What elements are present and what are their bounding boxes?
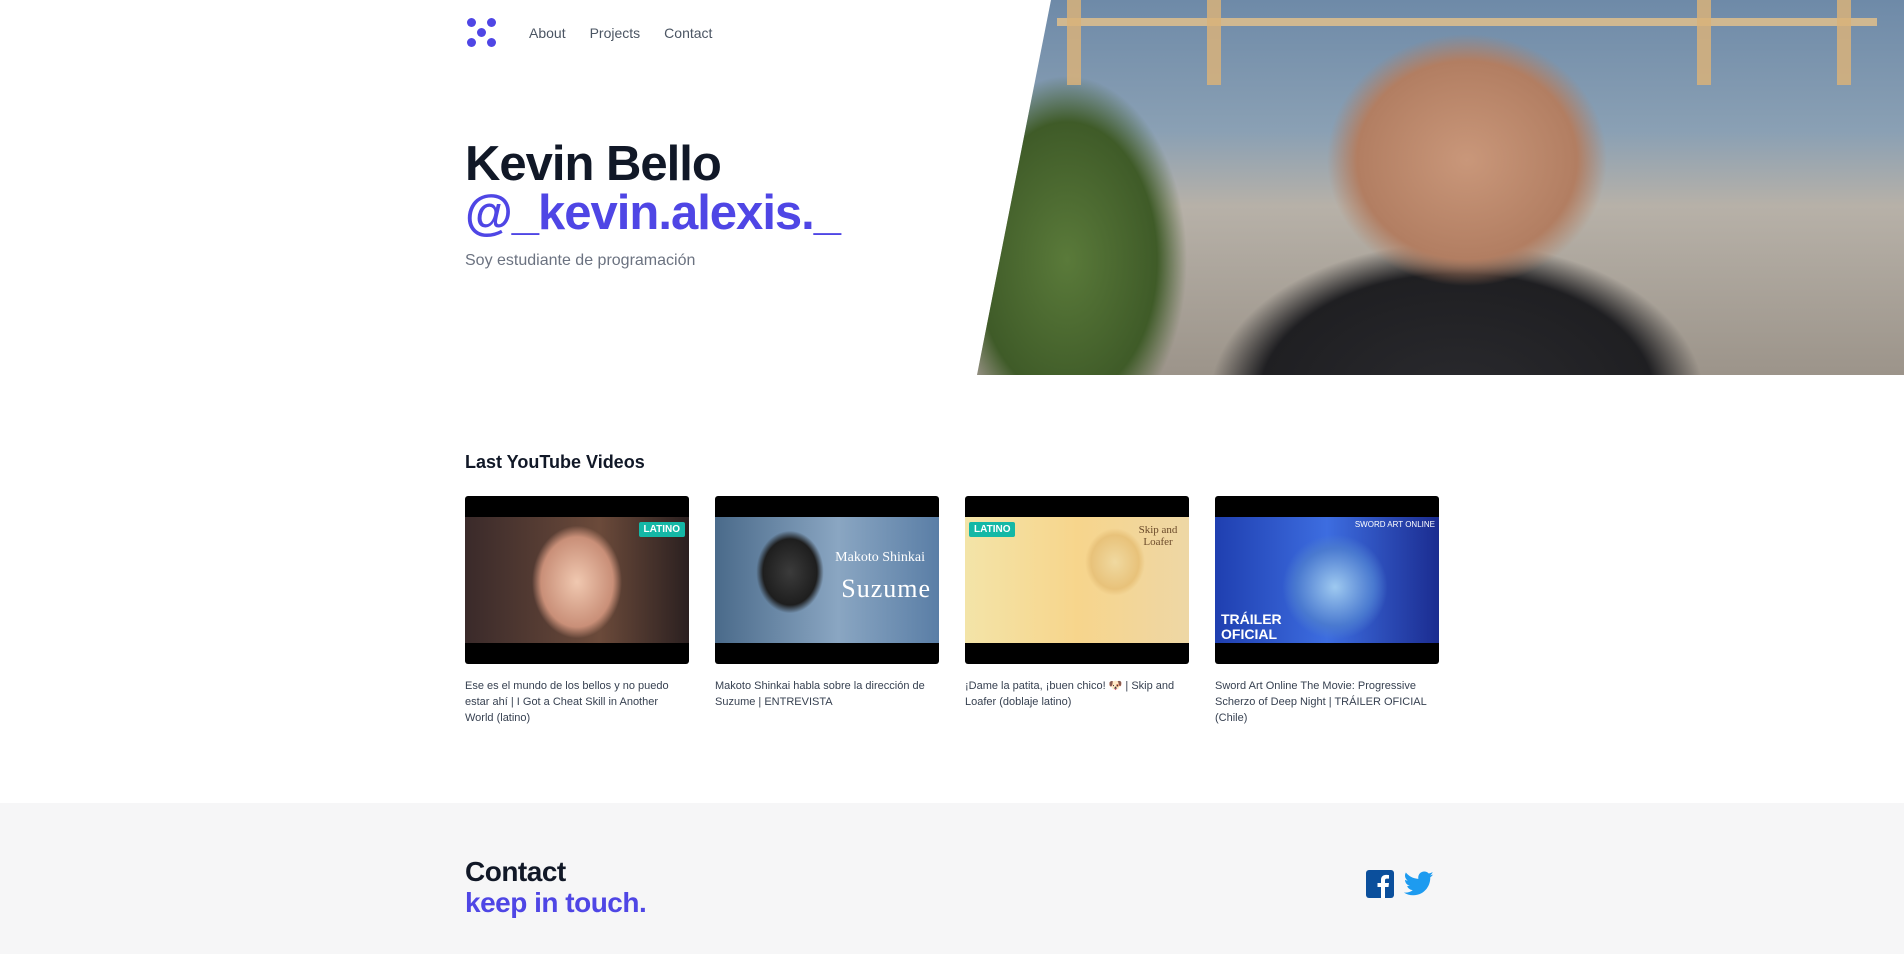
contact-title: Contact (465, 856, 566, 887)
video-caption[interactable]: ¡Dame la patita, ¡buen chico! 🐶 | Skip a… (965, 678, 1189, 710)
thumbnail-text: SWORD ART ONLINE (1354, 520, 1435, 529)
thumbnail-text: Skip and Loafer (1138, 524, 1178, 548)
photo-railing (1057, 18, 1877, 26)
videos-section-title: Last YouTube Videos (465, 452, 645, 472)
nav-link-about[interactable]: About (529, 25, 566, 41)
video-thumbnail[interactable]: SWORD ART ONLINE TRÁILER OFICIAL (1215, 496, 1439, 664)
video-list: LATINO Ese es el mundo de los bellos y n… (465, 496, 1465, 726)
thumbnail-text: Suzume (841, 574, 931, 603)
hero-handle[interactable]: @_kevin.alexis._ (465, 187, 841, 239)
photo-rail-post (1697, 0, 1711, 85)
thumbnail-text: TRÁILER OFICIAL (1221, 611, 1282, 642)
video-card[interactable]: LATINO Ese es el mundo de los bellos y n… (465, 496, 689, 726)
video-caption[interactable]: Sword Art Online The Movie: Progressive … (1215, 678, 1439, 726)
video-card[interactable]: SWORD ART ONLINE TRÁILER OFICIAL Sword A… (1215, 496, 1439, 726)
hero-subtitle: Soy estudiante de programación (465, 252, 696, 269)
video-thumbnail[interactable]: Makoto Shinkai Suzume (715, 496, 939, 664)
latino-badge: LATINO (638, 522, 685, 537)
nav-link-projects[interactable]: Projects (590, 25, 641, 41)
profile-photo (977, 0, 1904, 375)
logo-icon[interactable] (465, 16, 499, 50)
contact-subtitle: keep in touch. (465, 887, 647, 918)
contact-section (0, 803, 1904, 954)
thumbnail-text: Makoto Shinkai (835, 550, 925, 565)
photo-rail-post (1067, 0, 1081, 85)
video-card[interactable]: LATINO Skip and Loafer ¡Dame la patita, … (965, 496, 1189, 726)
facebook-icon[interactable] (1366, 870, 1394, 902)
nav-link-contact[interactable]: Contact (664, 25, 712, 41)
latino-badge: LATINO (969, 522, 1016, 537)
hero-section: About Projects Contact Kevin Bello @_kev… (0, 0, 1904, 375)
video-card[interactable]: Makoto Shinkai Suzume Makoto Shinkai hab… (715, 496, 939, 726)
twitter-icon[interactable] (1403, 871, 1434, 901)
photo-rail-post (1837, 0, 1851, 85)
video-caption[interactable]: Makoto Shinkai habla sobre la dirección … (715, 678, 939, 710)
video-thumbnail[interactable]: LATINO (465, 496, 689, 664)
photo-rail-post (1207, 0, 1221, 85)
hero-name: Kevin Bello (465, 137, 722, 191)
video-caption[interactable]: Ese es el mundo de los bellos y no puedo… (465, 678, 689, 726)
video-thumbnail[interactable]: LATINO Skip and Loafer (965, 496, 1189, 664)
top-nav: About Projects Contact (465, 16, 736, 50)
